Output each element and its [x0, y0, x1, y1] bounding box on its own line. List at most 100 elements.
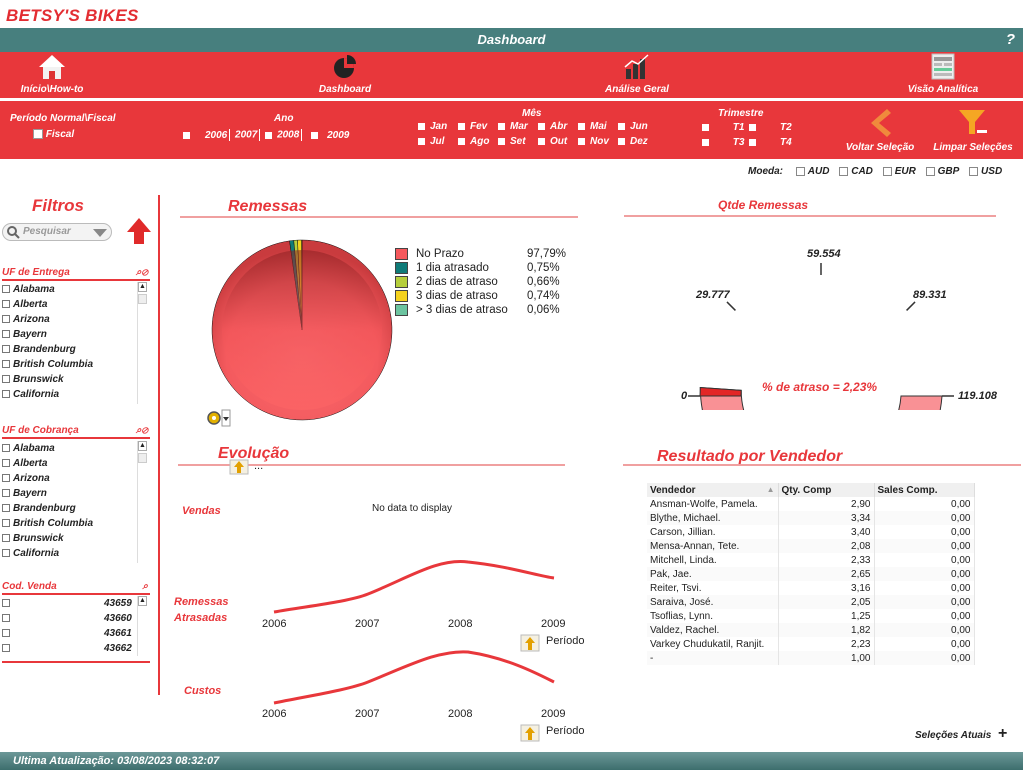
legend-item[interactable]: 3 dias de atraso 0,74%: [395, 289, 560, 303]
checkbox[interactable]: [538, 137, 545, 145]
checkbox[interactable]: [2, 285, 10, 294]
legend-item[interactable]: > 3 dias de atraso 0,06%: [395, 303, 560, 317]
checkbox[interactable]: [749, 123, 757, 131]
series-line[interactable]: [273, 650, 555, 705]
list-item[interactable]: 43660: [2, 611, 150, 626]
mes-option-jun[interactable]: Jun: [618, 121, 658, 132]
mes-option-mai[interactable]: Mai: [578, 121, 618, 132]
trimestre-t1[interactable]: T1: [733, 122, 745, 133]
drill-up-icon[interactable]: [520, 724, 540, 742]
checkbox[interactable]: [2, 629, 10, 638]
moeda-gbp[interactable]: GBP: [925, 166, 959, 177]
list-item[interactable]: Brandenburg: [2, 501, 150, 516]
ano-2009[interactable]: 2009: [327, 130, 349, 141]
list-item[interactable]: California: [2, 387, 150, 402]
mes-option-jul[interactable]: Jul: [418, 136, 458, 147]
table-row[interactable]: Ansman-Wolfe, Pamela. 2,90 0,00: [647, 497, 975, 511]
list-item[interactable]: Arizona: [2, 471, 150, 486]
checkbox[interactable]: [2, 360, 10, 369]
search-input[interactable]: Pesquisar: [2, 223, 112, 241]
table-row[interactable]: Valdez, Rachel. 1,82 0,00: [647, 623, 975, 637]
legend-item[interactable]: 2 dias de atraso 0,66%: [395, 275, 560, 289]
mes-option-mar[interactable]: Mar: [498, 121, 538, 132]
checkbox[interactable]: [702, 123, 709, 131]
nav-inicio[interactable]: Início\How-to: [12, 52, 92, 98]
mes-option-out[interactable]: Out: [538, 136, 578, 147]
chevron-down-icon[interactable]: [93, 229, 107, 237]
list-item[interactable]: California: [2, 546, 150, 561]
mes-option-jan[interactable]: Jan: [418, 121, 458, 132]
limpar-selecoes-button[interactable]: Limpar Seleções: [933, 107, 1013, 153]
table-row[interactable]: Mitchell, Linda. 2,33 0,00: [647, 553, 975, 567]
table-row[interactable]: Saraiva, José. 2,05 0,00: [647, 595, 975, 609]
checkbox[interactable]: [458, 137, 465, 145]
gauge-arc-value[interactable]: [699, 386, 742, 397]
checkbox[interactable]: [2, 489, 10, 498]
moeda-aud[interactable]: AUD: [795, 166, 829, 177]
remessas-atrasadas-line[interactable]: [268, 550, 568, 620]
search-icon[interactable]: ⌕⊘: [136, 267, 148, 278]
selecoes-atuais-label[interactable]: Seleções Atuais: [915, 730, 991, 741]
checkbox[interactable]: [578, 137, 585, 145]
checkbox[interactable]: [2, 345, 10, 354]
checkbox[interactable]: [618, 122, 625, 130]
remessas-pie-chart[interactable]: [202, 230, 402, 430]
nav-dashboard[interactable]: Dashboard: [305, 52, 385, 98]
checkbox[interactable]: [2, 534, 10, 543]
mes-option-fev[interactable]: Fev: [458, 121, 498, 132]
trimestre-t2[interactable]: T2: [780, 122, 792, 133]
legend-item[interactable]: No Prazo 97,79%: [395, 247, 566, 261]
list-item[interactable]: Brunswick: [2, 372, 150, 387]
checkbox-2009[interactable]: [311, 131, 319, 139]
table-row[interactable]: -1,00 0,00: [647, 651, 975, 665]
cycle-chart-icon[interactable]: [205, 408, 231, 428]
mes-option-nov[interactable]: Nov: [578, 136, 618, 147]
mes-option-dez[interactable]: Dez: [618, 136, 658, 147]
checkbox[interactable]: [2, 549, 10, 558]
scrollbar[interactable]: ▲: [137, 596, 147, 656]
checkbox[interactable]: [458, 122, 465, 130]
list-item[interactable]: 43659: [2, 596, 150, 611]
checkbox[interactable]: [2, 614, 10, 623]
help-button[interactable]: ?: [1006, 28, 1015, 52]
list-item[interactable]: Brandenburg: [2, 342, 150, 357]
ano-2006[interactable]: 2006: [205, 130, 227, 141]
custos-line[interactable]: [268, 640, 568, 710]
checkbox[interactable]: [538, 122, 545, 130]
ano-2007[interactable]: 2007: [235, 130, 257, 141]
search-icon[interactable]: ⌕⊘: [136, 425, 148, 436]
add-button[interactable]: +: [998, 725, 1007, 743]
list-item[interactable]: Alberta: [2, 297, 150, 312]
list-item[interactable]: 43662: [2, 641, 150, 656]
checkbox[interactable]: [2, 504, 10, 513]
checkbox[interactable]: [2, 330, 10, 339]
col-sales-comp[interactable]: Sales Comp.: [874, 483, 975, 497]
checkbox-2006[interactable]: [183, 131, 190, 139]
checkbox[interactable]: [2, 300, 10, 309]
list-item[interactable]: Brunswick: [2, 531, 150, 546]
checkbox[interactable]: [2, 474, 10, 483]
search-icon[interactable]: ⌕: [142, 581, 148, 592]
scrollbar[interactable]: ▲: [137, 441, 147, 563]
checkbox[interactable]: [2, 444, 10, 453]
checkbox[interactable]: [2, 599, 10, 608]
table-row[interactable]: Mensa-Annan, Tete. 2,08 0,00: [647, 539, 975, 553]
checkbox[interactable]: [749, 138, 757, 146]
list-item[interactable]: Bayern: [2, 486, 150, 501]
more-dots[interactable]: ...: [254, 460, 263, 472]
list-item[interactable]: Alabama: [2, 282, 150, 297]
moeda-cad[interactable]: CAD: [839, 166, 873, 177]
drill-up-icon[interactable]: [229, 459, 249, 475]
checkbox[interactable]: [33, 129, 43, 140]
checkbox[interactable]: [2, 459, 10, 468]
checkbox[interactable]: [498, 122, 505, 130]
col-vendedor[interactable]: Vendedor ▲: [647, 483, 779, 497]
list-item[interactable]: British Columbia: [2, 516, 150, 531]
up-arrow-icon[interactable]: [126, 217, 152, 245]
trimestre-t4[interactable]: T4: [780, 137, 792, 148]
nav-visao-analitica[interactable]: Visão Analítica: [901, 52, 985, 98]
series-line[interactable]: [273, 559, 555, 614]
mes-option-set[interactable]: Set: [498, 136, 538, 147]
table-row[interactable]: Carson, Jillian. 3,40 0,00: [647, 525, 975, 539]
checkbox[interactable]: [702, 138, 709, 146]
